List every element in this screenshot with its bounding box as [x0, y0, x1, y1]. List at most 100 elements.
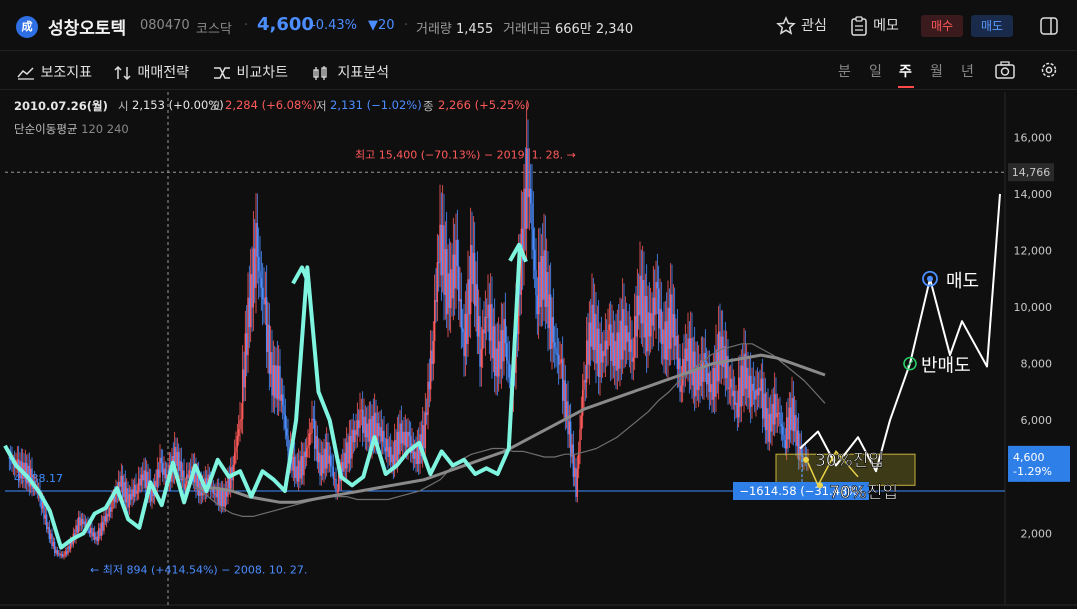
candle-body	[385, 439, 388, 452]
candle-body	[348, 435, 351, 464]
candle-body	[353, 430, 356, 443]
candle-body	[55, 549, 57, 554]
candle-body	[324, 448, 327, 469]
candle-body	[555, 347, 557, 354]
candle-body	[795, 415, 797, 446]
candle-body	[387, 439, 389, 457]
candle-body	[51, 533, 53, 547]
candle-body	[621, 309, 624, 360]
candle-body	[597, 328, 600, 378]
candle-body	[601, 351, 604, 363]
candle-body	[689, 338, 692, 375]
candle-body	[504, 318, 507, 344]
candle-body	[600, 343, 603, 363]
candle-body	[136, 490, 139, 494]
candle-body	[756, 389, 759, 396]
candle-body	[76, 525, 79, 533]
candle-body	[681, 358, 684, 386]
candle-body	[295, 466, 297, 478]
candle-body	[145, 471, 148, 488]
candle-body	[93, 532, 96, 540]
candle-body	[213, 493, 216, 495]
candle-body	[603, 351, 605, 356]
candle-body	[143, 470, 145, 481]
candle-body	[771, 403, 773, 432]
candle-body	[129, 493, 132, 500]
candle-body	[488, 304, 491, 341]
candle-body	[441, 225, 444, 276]
candle-body	[316, 435, 319, 463]
candle-body	[81, 518, 84, 524]
candle-body	[675, 335, 677, 346]
candle-body	[667, 307, 669, 360]
candle-body	[623, 309, 625, 351]
candle-body	[453, 254, 456, 289]
candle-body	[320, 455, 323, 476]
candle-body	[629, 339, 632, 352]
candle-body	[141, 474, 144, 481]
candle-body	[476, 284, 479, 337]
candle-body	[127, 488, 129, 508]
candle-body	[135, 484, 137, 494]
candle-body	[256, 222, 259, 257]
candle-body	[556, 353, 559, 356]
candle-body	[563, 380, 565, 401]
candle-body	[184, 483, 187, 490]
candle-body	[144, 470, 147, 488]
candle-body	[767, 408, 769, 442]
entry-30-label: 30%진입	[815, 451, 884, 471]
candle-body	[668, 307, 671, 349]
candle-body	[228, 477, 231, 489]
candle-body	[753, 390, 756, 400]
candle-body	[532, 229, 535, 250]
candle-body	[317, 452, 320, 463]
candle-body	[336, 490, 339, 492]
candle-body	[733, 390, 736, 405]
candle-body	[599, 343, 601, 378]
candle-body	[472, 252, 475, 285]
candle-body	[576, 468, 579, 497]
candle-body	[553, 342, 556, 348]
candle-body	[468, 279, 471, 315]
candle-body	[104, 515, 107, 522]
candle-body	[367, 423, 369, 442]
candle-body	[649, 313, 652, 337]
y-tick-label: 14,000	[1014, 188, 1053, 201]
price-chart[interactable]: 4,888.17 최고 15,400 (−70.13%) − 2019. 1. …	[0, 0, 1077, 609]
candle-body	[779, 412, 781, 424]
candle-body	[543, 250, 545, 300]
candle-body	[463, 332, 465, 357]
candle-body	[579, 429, 581, 452]
candle-body	[535, 269, 537, 296]
candle-body	[283, 405, 285, 415]
candle-body	[565, 401, 568, 418]
candle-body	[133, 484, 136, 497]
candle-body	[664, 321, 667, 360]
candle-body	[661, 329, 664, 344]
candle-body	[697, 367, 700, 390]
candle-body	[384, 447, 387, 452]
candle-body	[456, 239, 459, 267]
candle-body	[793, 415, 796, 432]
candle-body	[304, 451, 307, 457]
candle-body	[680, 385, 683, 392]
entry-70-label: 70%진입	[829, 483, 898, 503]
candle-body	[784, 439, 787, 449]
candle-body	[352, 429, 355, 443]
candle-body	[640, 275, 643, 324]
candle-body	[628, 332, 631, 352]
candle-body	[131, 489, 133, 500]
candle-body	[233, 452, 236, 465]
candle-body	[155, 481, 157, 487]
candle-body	[160, 457, 163, 463]
candle-body	[641, 279, 644, 324]
candle-body	[63, 554, 65, 557]
candle-body	[580, 415, 583, 430]
candle-body	[465, 313, 468, 345]
candle-body	[301, 456, 304, 476]
candle-body	[619, 320, 621, 369]
candle-body	[67, 546, 69, 554]
candle-body	[89, 528, 92, 534]
candle-body	[491, 304, 493, 359]
candle-body	[321, 455, 324, 474]
